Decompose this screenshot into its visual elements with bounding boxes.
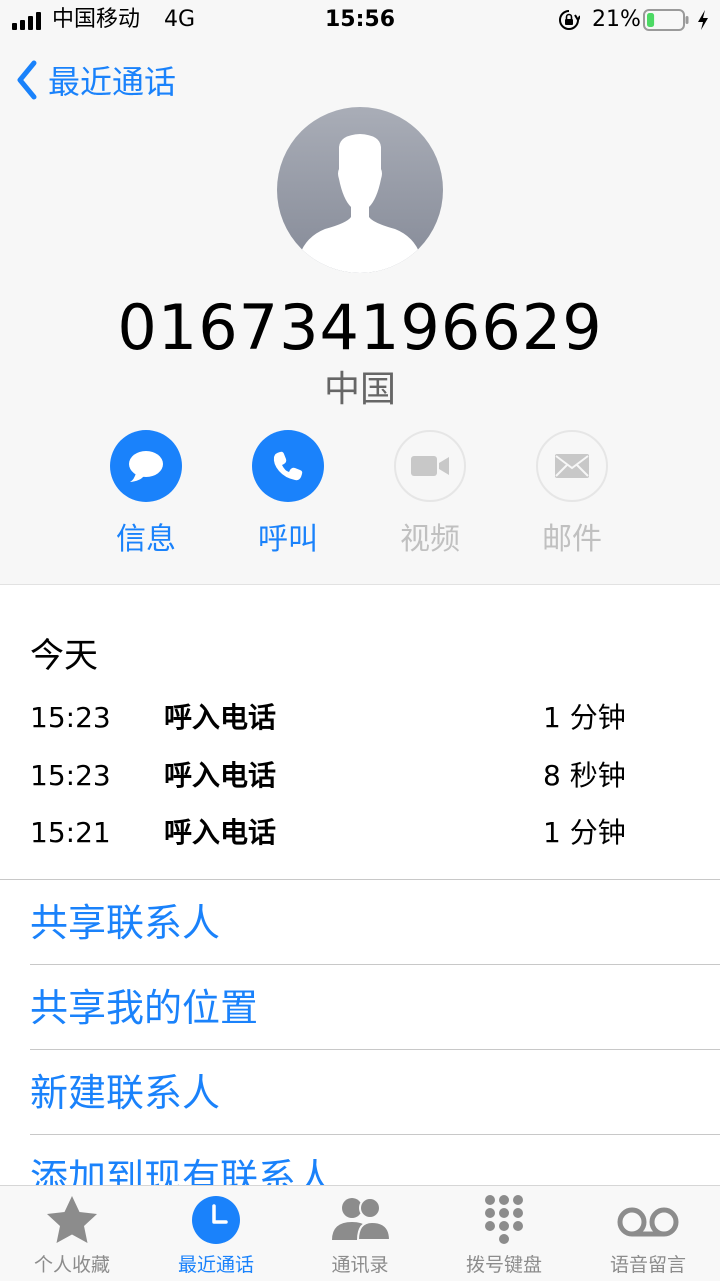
row-divider bbox=[30, 1134, 720, 1135]
mail-action-circle bbox=[536, 430, 608, 502]
share-contact-button[interactable]: 共享联系人 bbox=[30, 898, 220, 948]
tab-bar: 个人收藏 最近通话 通讯录 拨号键盘 语音留言 bbox=[0, 1185, 720, 1281]
section-divider bbox=[0, 879, 720, 880]
message-bubble-icon bbox=[129, 451, 163, 482]
status-bar: 中国移动 4G 15:56 21% bbox=[0, 0, 720, 40]
mail-action: 邮件 bbox=[512, 430, 632, 560]
share-location-button[interactable]: 共享我的位置 bbox=[30, 983, 258, 1033]
battery-icon bbox=[643, 9, 689, 31]
video-action-label: 视频 bbox=[400, 522, 460, 557]
contacts-icon bbox=[332, 1197, 392, 1241]
call-history-row: 15:23 呼入电话 1 分钟 bbox=[0, 693, 720, 743]
tab-recents[interactable]: 最近通话 bbox=[144, 1186, 288, 1281]
tab-keypad[interactable]: 拨号键盘 bbox=[432, 1186, 576, 1281]
tab-favorites[interactable]: 个人收藏 bbox=[0, 1186, 144, 1281]
person-silhouette-icon bbox=[277, 107, 443, 273]
call-duration: 1 分钟 bbox=[543, 816, 626, 849]
voicemail-icon bbox=[617, 1207, 679, 1237]
keypad-icon bbox=[485, 1195, 523, 1244]
tab-label: 拨号键盘 bbox=[465, 1254, 542, 1276]
call-history-row: 15:23 呼入电话 8 秒钟 bbox=[0, 751, 720, 801]
rotation-lock-icon bbox=[559, 10, 580, 30]
phone-icon bbox=[273, 451, 303, 481]
phone-number[interactable]: 016734196629 bbox=[0, 290, 720, 366]
tab-label: 最近通话 bbox=[177, 1254, 254, 1276]
chevron-left-icon bbox=[17, 60, 37, 100]
call-action-label: 呼叫 bbox=[258, 522, 318, 557]
call-time: 15:21 bbox=[30, 816, 111, 849]
call-action[interactable]: 呼叫 bbox=[228, 430, 348, 560]
battery-percent: 21% bbox=[592, 7, 641, 32]
row-divider bbox=[30, 964, 720, 965]
call-kind: 呼入电话 bbox=[164, 759, 277, 792]
message-action-circle[interactable] bbox=[110, 430, 182, 502]
charging-bolt-icon bbox=[698, 10, 708, 30]
call-time: 15:23 bbox=[30, 759, 111, 792]
envelope-icon bbox=[555, 454, 589, 478]
call-duration: 1 分钟 bbox=[543, 701, 626, 734]
tab-voicemail[interactable]: 语音留言 bbox=[576, 1186, 720, 1281]
call-kind: 呼入电话 bbox=[164, 701, 277, 734]
message-action-label: 信息 bbox=[116, 522, 176, 557]
call-kind: 呼入电话 bbox=[164, 816, 277, 849]
row-divider bbox=[30, 1049, 720, 1050]
tab-label: 语音留言 bbox=[609, 1254, 686, 1276]
tab-label: 个人收藏 bbox=[33, 1254, 110, 1276]
number-location: 中国 bbox=[323, 369, 396, 410]
new-contact-button[interactable]: 新建联系人 bbox=[30, 1068, 220, 1118]
tab-label: 通讯录 bbox=[331, 1254, 389, 1276]
history-date-header: 今天 bbox=[30, 636, 98, 676]
tab-contacts[interactable]: 通讯录 bbox=[288, 1186, 432, 1281]
star-icon bbox=[47, 1196, 97, 1243]
back-label: 最近通话 bbox=[48, 63, 177, 101]
clock-icon bbox=[192, 1196, 240, 1244]
call-action-circle[interactable] bbox=[252, 430, 324, 502]
video-action-circle bbox=[394, 430, 466, 502]
call-duration: 8 秒钟 bbox=[543, 759, 626, 792]
back-button[interactable]: 最近通话 bbox=[14, 56, 176, 104]
video-action: 视频 bbox=[370, 430, 490, 560]
call-time: 15:23 bbox=[30, 701, 111, 734]
call-history-row: 15:21 呼入电话 1 分钟 bbox=[0, 808, 720, 858]
message-action[interactable]: 信息 bbox=[86, 430, 206, 560]
avatar bbox=[277, 107, 443, 273]
contact-header: 中国移动 4G 15:56 21% 最近通话 016734196629 中国 信… bbox=[0, 0, 720, 585]
mail-action-label: 邮件 bbox=[542, 522, 602, 557]
video-camera-icon bbox=[411, 456, 449, 476]
